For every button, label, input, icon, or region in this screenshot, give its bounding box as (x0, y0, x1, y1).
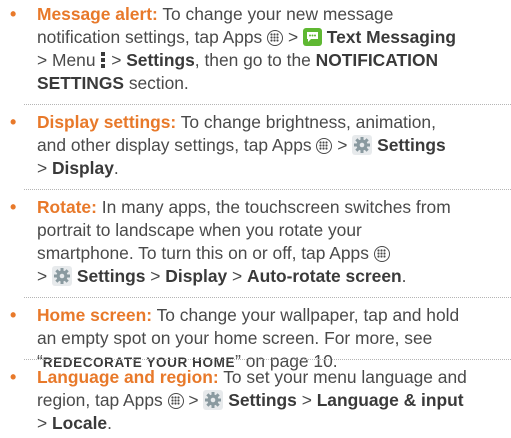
apps-icon (316, 138, 333, 154)
bullet-marker: • (10, 197, 17, 217)
tip-title: Language and region: (37, 367, 219, 387)
apps-icon (267, 30, 284, 46)
bullet-marker: • (10, 4, 17, 24)
tip-title: Display settings: (37, 112, 177, 132)
apps-icon (373, 246, 390, 262)
tip-title: Message alert: (37, 4, 158, 24)
tip-title: Rotate: (37, 197, 97, 217)
bullet-marker: • (10, 305, 17, 325)
tips-list: • Message alert: To change your new mess… (0, 0, 511, 438)
tip-title: Home screen: (37, 305, 153, 325)
settings-gear-icon (352, 135, 373, 155)
menu-dots-icon (100, 51, 106, 69)
divider (24, 359, 511, 360)
divider (24, 189, 511, 190)
settings-gear-icon (52, 266, 72, 286)
settings-gear-icon (203, 390, 224, 410)
text-messaging-icon (302, 28, 322, 46)
apps-icon (167, 393, 184, 409)
divider (24, 104, 511, 105)
bullet-marker: • (10, 367, 17, 387)
divider (24, 297, 511, 298)
bullet-marker: • (10, 112, 17, 132)
